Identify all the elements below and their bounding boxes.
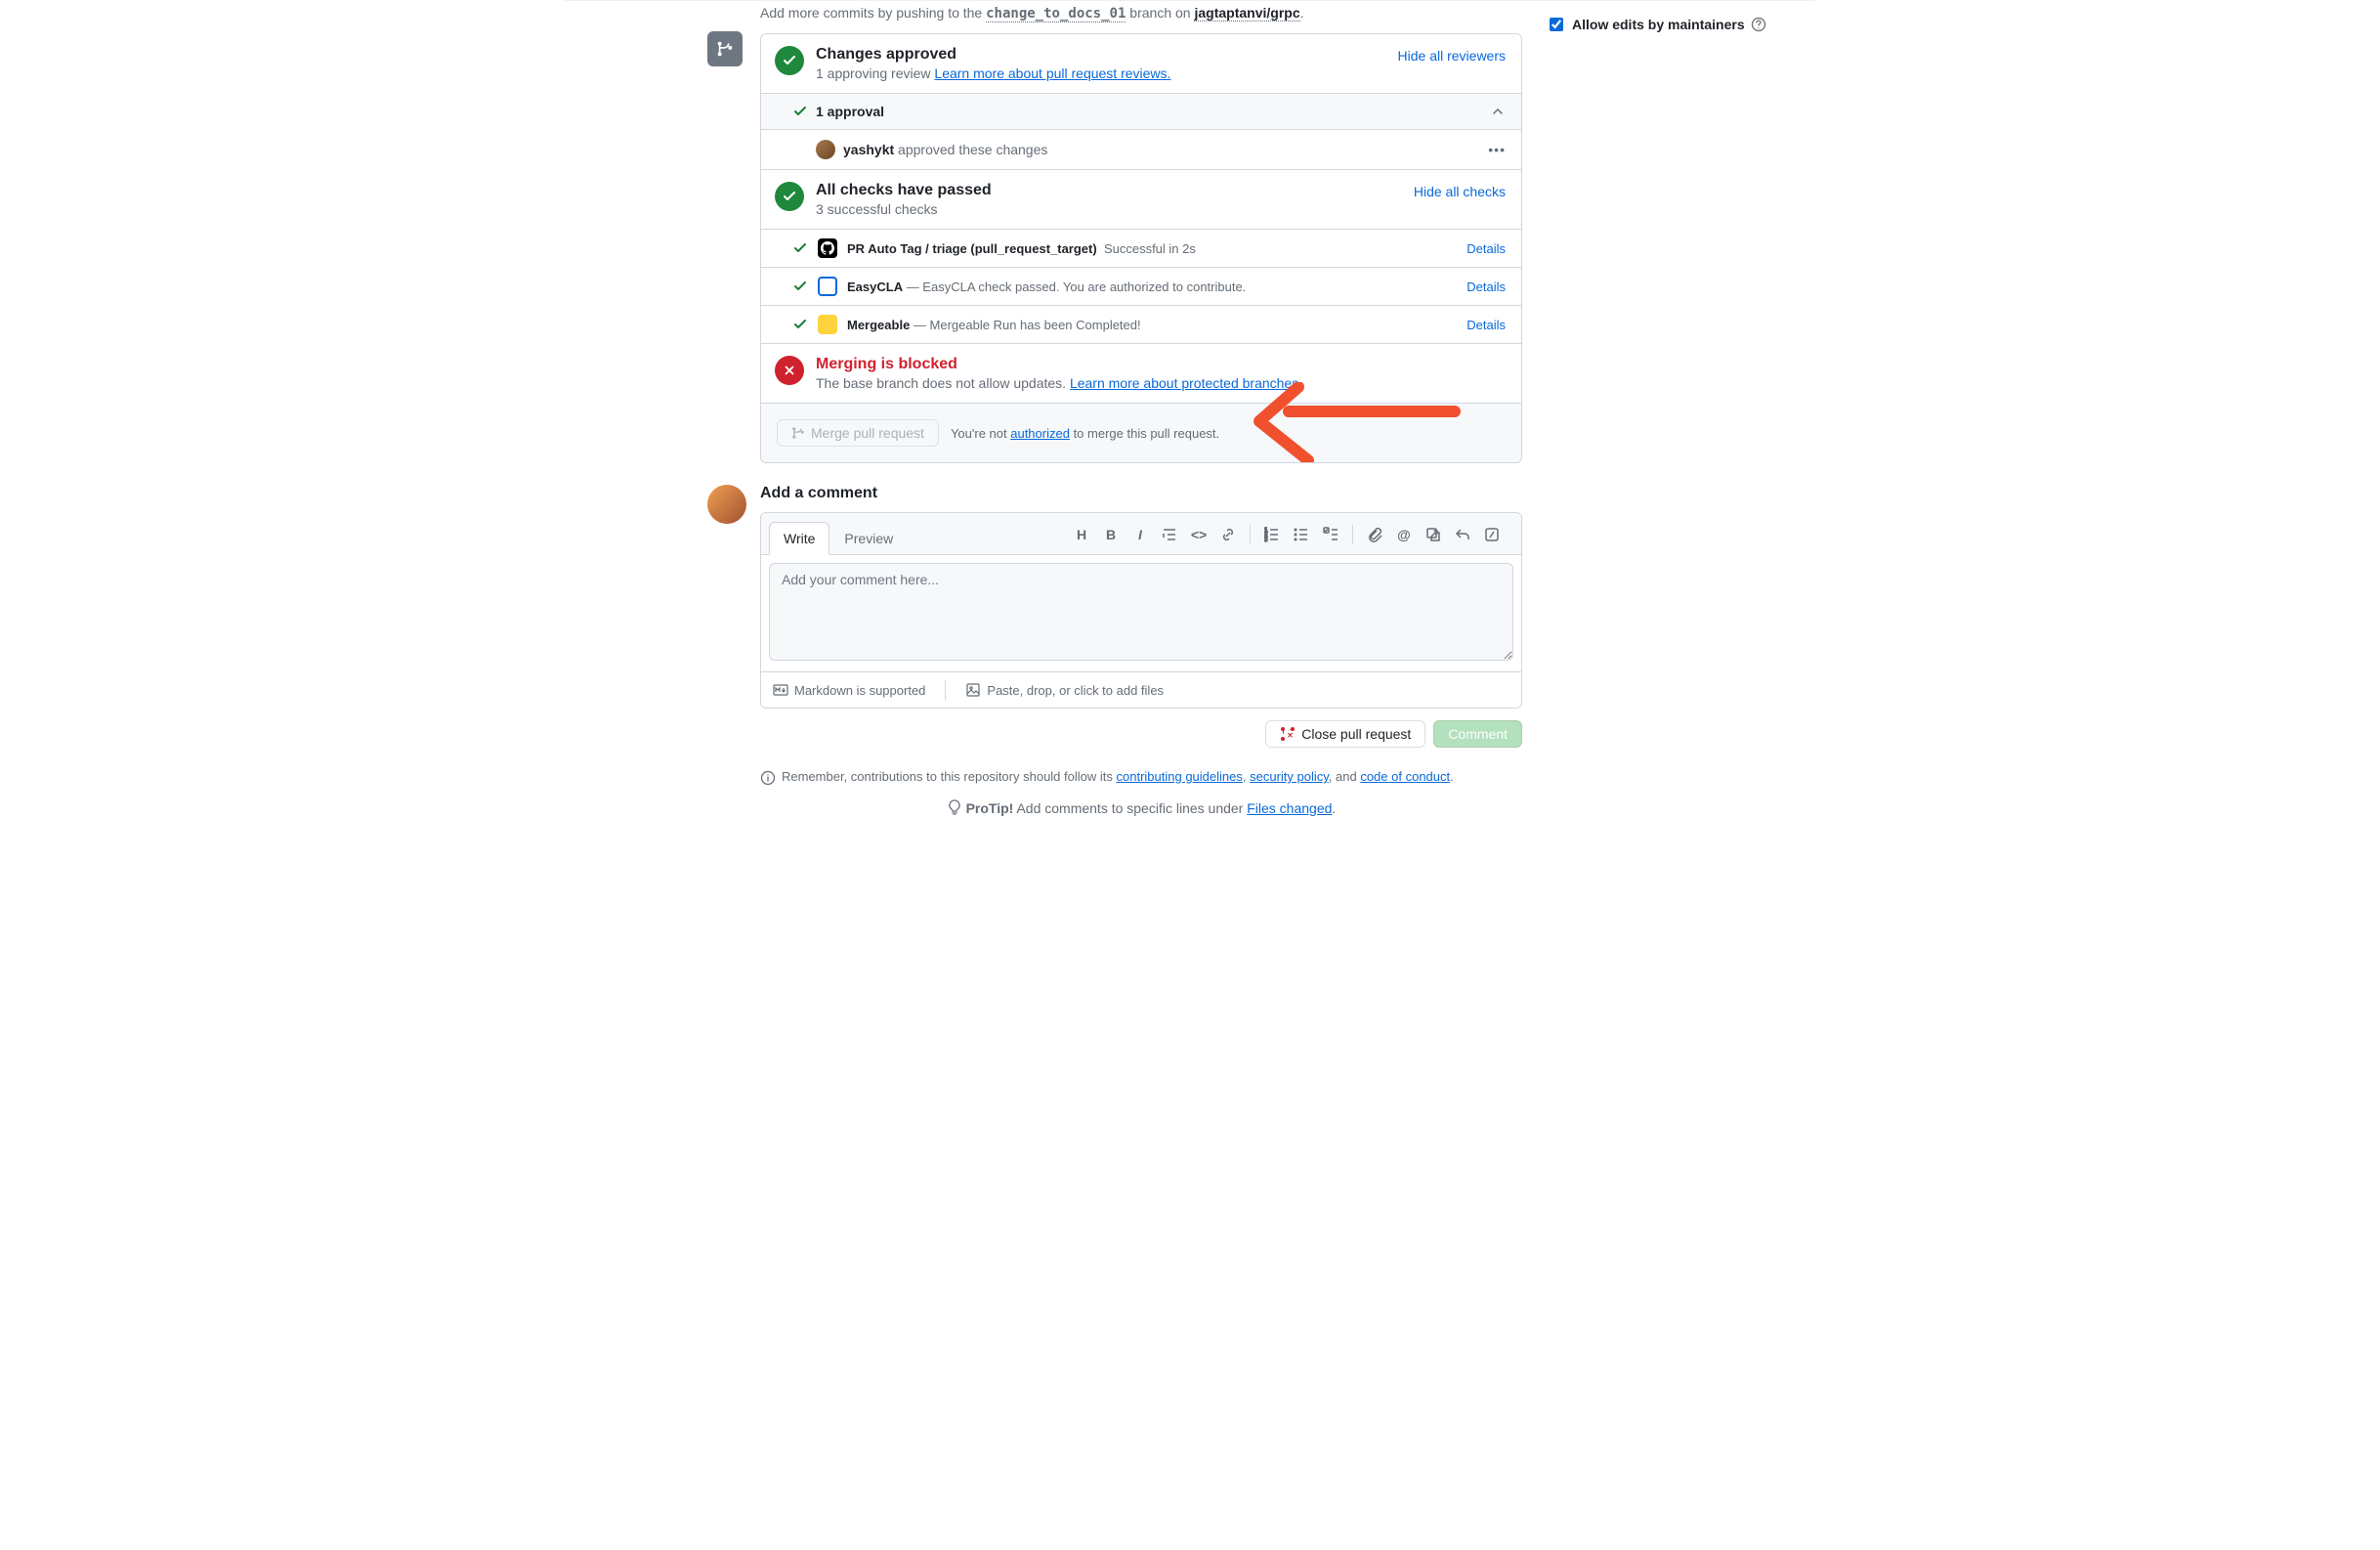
- security-link[interactable]: security policy: [1250, 769, 1329, 784]
- details-link[interactable]: Details: [1466, 280, 1506, 294]
- check-circle-icon: [775, 182, 804, 211]
- blocked-subtitle: The base branch does not allow updates. …: [816, 375, 1506, 391]
- easycla-icon: [818, 277, 837, 296]
- italic-icon[interactable]: I: [1126, 521, 1154, 548]
- learn-reviews-link[interactable]: Learn more about pull request reviews.: [934, 65, 1170, 81]
- bold-icon[interactable]: B: [1097, 521, 1125, 548]
- quote-icon[interactable]: [1156, 521, 1183, 548]
- protected-branches-link[interactable]: Learn more about protected branches.: [1070, 375, 1302, 391]
- details-link[interactable]: Details: [1466, 318, 1506, 332]
- checks-title: All checks have passed: [816, 182, 1506, 199]
- hide-reviewers-link[interactable]: Hide all reviewers: [1398, 48, 1506, 64]
- chevron-up-icon[interactable]: [1490, 104, 1506, 119]
- files-changed-link[interactable]: Files changed: [1247, 800, 1332, 816]
- avatar[interactable]: [816, 140, 835, 159]
- mention-icon[interactable]: @: [1390, 521, 1418, 548]
- check-icon: [792, 279, 808, 294]
- comment-heading: Add a comment: [760, 485, 1522, 502]
- avatar[interactable]: [707, 485, 746, 524]
- check-circle-icon: [775, 46, 804, 75]
- attach-icon[interactable]: [1361, 521, 1388, 548]
- blocked-section: Merging is blocked The base branch does …: [761, 343, 1521, 403]
- check-icon: [792, 240, 808, 256]
- svg-text:3: 3: [1264, 538, 1268, 542]
- close-pr-button[interactable]: Close pull request: [1265, 720, 1425, 748]
- checks-section: All checks have passed 3 successful chec…: [761, 169, 1521, 229]
- reviews-subtitle: 1 approving review Learn more about pull…: [816, 65, 1506, 81]
- reply-icon[interactable]: [1449, 521, 1476, 548]
- allow-edits-toggle[interactable]: Allow edits by maintainers: [1546, 15, 1800, 34]
- paste-hint[interactable]: Paste, drop, or click to add files: [965, 682, 1164, 698]
- allow-edits-checkbox[interactable]: [1550, 18, 1563, 31]
- reviewer-row: yashykt approved these changes •••: [761, 129, 1521, 169]
- tab-preview[interactable]: Preview: [829, 522, 908, 555]
- check-row: EasyCLA — EasyCLA check passed. You are …: [761, 267, 1521, 305]
- commit-hint: Add more commits by pushing to the chang…: [707, 1, 1522, 33]
- merge-footer: Merge pull request You're not authorized…: [761, 403, 1521, 462]
- markdown-hint[interactable]: Markdown is supported: [773, 682, 925, 698]
- contributing-link[interactable]: contributing guidelines: [1117, 769, 1243, 784]
- github-icon: [818, 238, 837, 258]
- help-icon[interactable]: [1751, 17, 1766, 32]
- kebab-icon[interactable]: •••: [1488, 142, 1506, 157]
- checks-subtitle: 3 successful checks: [816, 201, 1506, 217]
- check-row: Mergeable — Mergeable Run has been Compl…: [761, 305, 1521, 343]
- protip: ProTip! Add comments to specific lines u…: [760, 799, 1522, 816]
- authorized-link[interactable]: authorized: [1010, 426, 1070, 441]
- reviewer-name[interactable]: yashykt: [843, 142, 894, 157]
- comment-button: Comment: [1433, 720, 1522, 748]
- blocked-title: Merging is blocked: [816, 356, 1506, 373]
- merge-auth-note: You're not authorized to merge this pull…: [951, 426, 1219, 441]
- merge-button: Merge pull request: [777, 419, 939, 447]
- code-icon[interactable]: <>: [1185, 521, 1212, 548]
- x-circle-icon: [775, 356, 804, 385]
- check-row: PR Auto Tag / triage (pull_request_targe…: [761, 229, 1521, 267]
- merge-icon: [707, 31, 743, 66]
- conduct-link[interactable]: code of conduct: [1360, 769, 1450, 784]
- approval-count: 1 approval: [816, 104, 884, 119]
- unordered-list-icon[interactable]: [1288, 521, 1315, 548]
- tasklist-icon[interactable]: [1317, 521, 1344, 548]
- formatting-toolbar: H B I <> 123 @: [1068, 521, 1513, 554]
- merge-status-box: Changes approved 1 approving review Lear…: [760, 33, 1522, 463]
- contribution-note: Remember, contributions to this reposito…: [760, 769, 1522, 786]
- comment-tabs: Write Preview H B I <> 123 @: [761, 513, 1521, 555]
- repo-link[interactable]: jagtaptanvi/grpc: [1194, 5, 1299, 22]
- heading-icon[interactable]: H: [1068, 521, 1095, 548]
- link-icon[interactable]: [1214, 521, 1242, 548]
- slash-icon[interactable]: [1478, 521, 1506, 548]
- mergeable-icon: [818, 315, 837, 334]
- hide-checks-link[interactable]: Hide all checks: [1414, 184, 1506, 199]
- ordered-list-icon[interactable]: 123: [1258, 521, 1286, 548]
- branch-name[interactable]: change_to_docs_01: [986, 6, 1126, 22]
- approval-header[interactable]: 1 approval: [761, 93, 1521, 129]
- comment-textarea[interactable]: [769, 563, 1513, 661]
- comment-box: Write Preview H B I <> 123 @: [760, 512, 1522, 709]
- tab-write[interactable]: Write: [769, 522, 829, 555]
- reviews-section: Changes approved 1 approving review Lear…: [761, 34, 1521, 93]
- check-icon: [792, 317, 808, 332]
- crossref-icon[interactable]: [1420, 521, 1447, 548]
- details-link[interactable]: Details: [1466, 241, 1506, 256]
